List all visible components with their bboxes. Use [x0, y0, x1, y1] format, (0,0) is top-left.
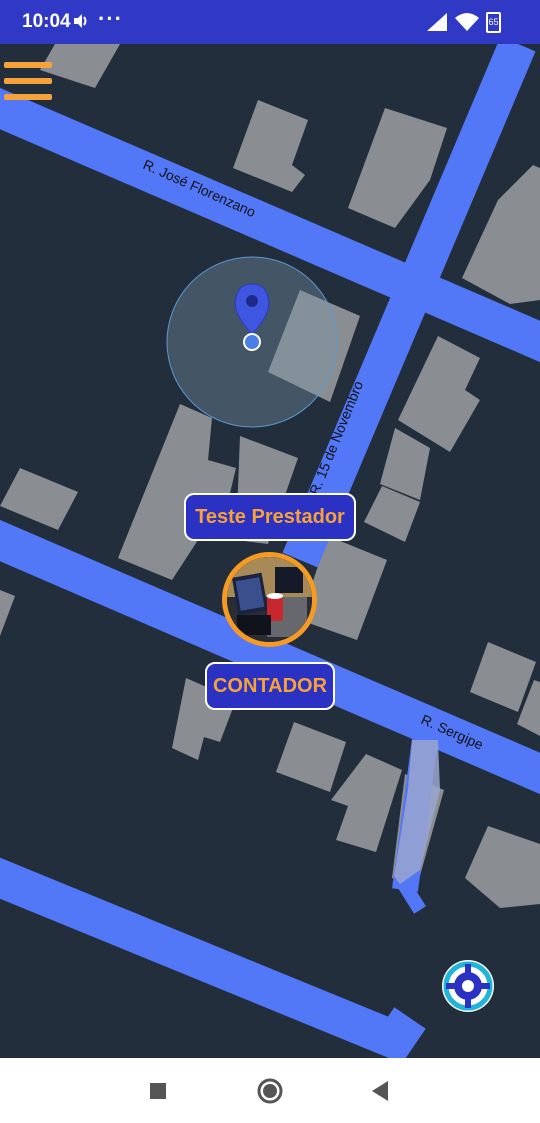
status-bar: 10:04 ··· 65	[0, 0, 540, 44]
back-triangle-icon[interactable]	[370, 1080, 390, 1102]
menu-button[interactable]	[4, 58, 52, 106]
map-canvas[interactable]: R. José Florenzano R. 15 de Novembro R. …	[0, 44, 540, 1058]
battery-icon: 65	[486, 12, 501, 33]
home-circle-icon[interactable]	[257, 1078, 283, 1104]
provider-avatar[interactable]	[222, 552, 317, 647]
locate-me-button[interactable]	[440, 958, 496, 1014]
hamburger-menu-icon-line	[4, 94, 52, 100]
hamburger-menu-icon	[4, 62, 52, 68]
map-view[interactable]: R. José Florenzano R. 15 de Novembro R. …	[0, 44, 540, 1058]
hamburger-menu-icon-line	[4, 78, 52, 84]
more-notifications-icon: ···	[98, 6, 123, 31]
cell-signal-icon	[427, 13, 447, 31]
system-navigation-bar	[0, 1058, 540, 1123]
provider-name-label[interactable]: Teste Prestador	[184, 493, 356, 541]
wifi-icon	[455, 13, 479, 31]
provider-photo-image	[227, 557, 312, 642]
my-location-crosshair-icon	[442, 960, 494, 1012]
battery-level: 65	[488, 17, 499, 27]
recents-square-icon[interactable]	[149, 1082, 167, 1100]
provider-role-label[interactable]: CONTADOR	[205, 662, 335, 710]
speaker-icon	[74, 14, 87, 28]
status-time: 10:04	[22, 11, 71, 32]
